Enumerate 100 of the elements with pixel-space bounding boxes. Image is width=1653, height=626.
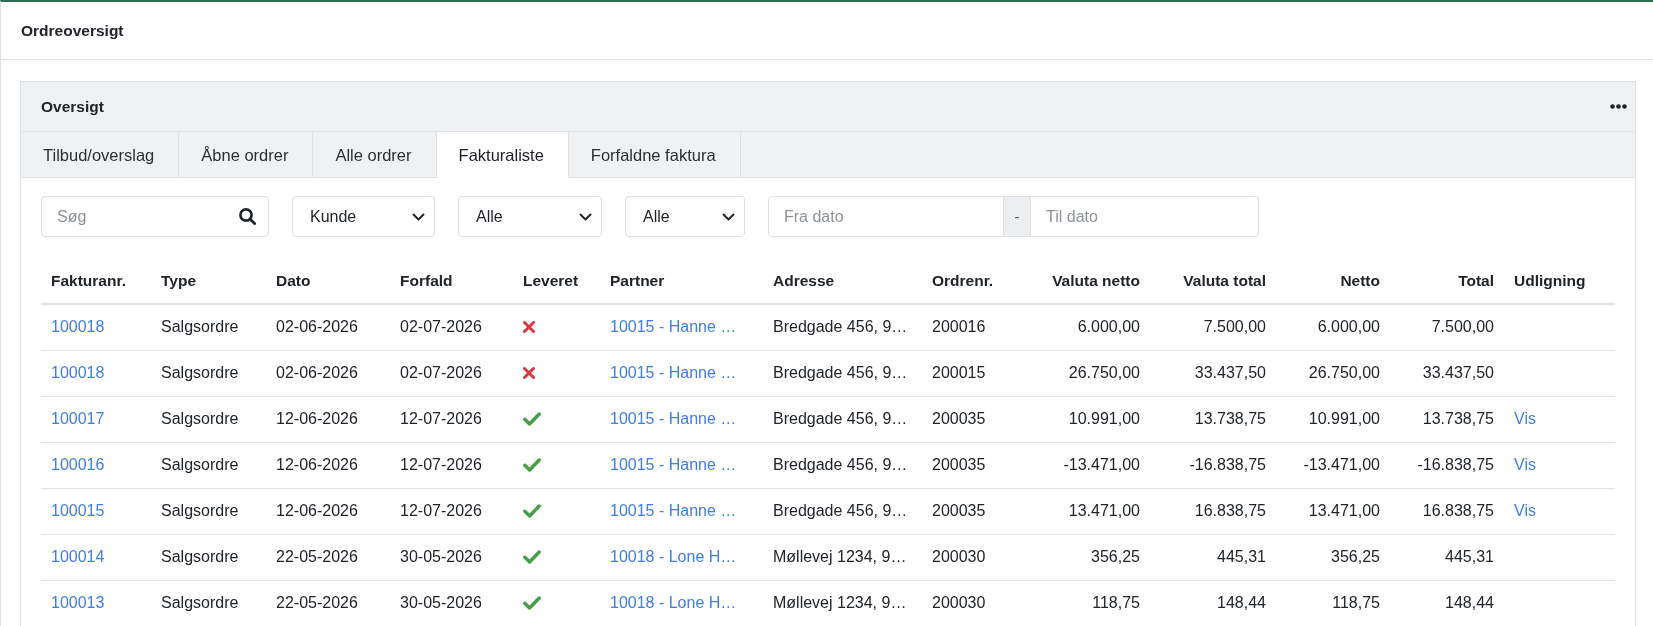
table-cell: 118,75 <box>1020 580 1150 626</box>
table-link[interactable]: 10015 - Hanne … <box>610 364 737 381</box>
table-cell: 10.991,00 <box>1276 396 1390 442</box>
table-cell: 200016 <box>922 304 1020 350</box>
table-link[interactable]: 100013 <box>51 594 105 611</box>
tab[interactable]: Forfaldne faktura <box>568 132 741 178</box>
range-separator: - <box>1004 196 1030 237</box>
table-link[interactable]: 10018 - Lone H… <box>610 548 737 565</box>
table-cell: 200015 <box>922 350 1020 396</box>
card-title: Oversigt <box>41 97 104 116</box>
more-icon[interactable] <box>1610 104 1627 109</box>
table-link[interactable]: Vis <box>1514 456 1536 473</box>
column-header: Udligning <box>1504 258 1615 304</box>
date-field[interactable]: Fra dato <box>768 196 1004 237</box>
dropdown[interactable]: Kunde <box>292 196 435 237</box>
table-cell: 30-05-2026 <box>390 580 513 626</box>
table-cell: 22-05-2026 <box>266 580 390 626</box>
tab[interactable]: Fakturaliste <box>436 132 569 178</box>
table-cell: 13.471,00 <box>1020 488 1150 534</box>
table-cell: 33.437,50 <box>1390 350 1504 396</box>
table-cell: Salgsordre <box>151 350 266 396</box>
column-header: Valuta total <box>1150 258 1276 304</box>
table-cell: Bredgade 456, 9… <box>763 304 922 350</box>
table-cell: Bredgade 456, 9… <box>763 442 922 488</box>
table-cell: Bredgade 456, 9… <box>763 350 922 396</box>
table-cell: Bredgade 456, 9… <box>763 396 922 442</box>
table-cell: 7.500,00 <box>1390 304 1504 350</box>
table-link[interactable]: 100016 <box>51 456 105 473</box>
table-link[interactable]: Vis <box>1514 502 1536 519</box>
table-cell: 13.471,00 <box>1276 488 1390 534</box>
table-cell: 12-07-2026 <box>390 396 513 442</box>
table-cell: 6.000,00 <box>1276 304 1390 350</box>
table-link[interactable]: 100018 <box>51 364 105 381</box>
table-cell: 7.500,00 <box>1150 304 1276 350</box>
table-cell: Salgsordre <box>151 580 266 626</box>
table-cell: Salgsordre <box>151 488 266 534</box>
column-header: Leveret <box>513 258 600 304</box>
table-cell: -13.471,00 <box>1020 442 1150 488</box>
table-link[interactable]: 100015 <box>51 502 105 519</box>
table-link[interactable]: Vis <box>1514 410 1536 427</box>
dropdown[interactable]: Alle <box>625 196 745 237</box>
table-cell: 200030 <box>922 580 1020 626</box>
table-cell: 22-05-2026 <box>266 534 390 580</box>
dropdown[interactable]: Alle <box>458 196 602 237</box>
table-cell: -13.471,00 <box>1276 442 1390 488</box>
table-link[interactable]: 100017 <box>51 410 105 427</box>
table-cell: Salgsordre <box>151 304 266 350</box>
chevron-down-icon <box>412 212 425 221</box>
column-header: Adresse <box>763 258 922 304</box>
search-field[interactable]: Søg <box>41 196 269 237</box>
column-header: Total <box>1390 258 1504 304</box>
table-cell: Møllevej 1234, 9… <box>763 534 922 580</box>
table-link[interactable]: 10015 - Hanne … <box>610 456 737 473</box>
table-cell: -16.838,75 <box>1390 442 1504 488</box>
table-cell: Salgsordre <box>151 534 266 580</box>
tab[interactable]: Tilbud/overslag <box>21 132 180 178</box>
table-cell: 12-06-2026 <box>266 442 390 488</box>
table-link[interactable]: 10018 - Lone H… <box>610 594 737 611</box>
table-link[interactable]: 10015 - Hanne … <box>610 410 737 427</box>
table-cell: 12-07-2026 <box>390 442 513 488</box>
table-cell: 26.750,00 <box>1276 350 1390 396</box>
table-cell: 118,75 <box>1276 580 1390 626</box>
page-title: Ordreoversigt <box>21 21 124 40</box>
table-cell: Salgsordre <box>151 442 266 488</box>
table-cell: 30-05-2026 <box>390 534 513 580</box>
table-cell: 200035 <box>922 442 1020 488</box>
table-cell: 445,31 <box>1150 534 1276 580</box>
table-cell: 12-07-2026 <box>390 488 513 534</box>
table-cell: 148,44 <box>1390 580 1504 626</box>
table-cell: 148,44 <box>1150 580 1276 626</box>
table-cell: 200035 <box>922 488 1020 534</box>
table-cell: Bredgade 456, 9… <box>763 488 922 534</box>
column-header: Valuta netto <box>1020 258 1150 304</box>
date-field[interactable]: Til dato <box>1030 196 1259 237</box>
column-header: Type <box>151 258 266 304</box>
table-cell: 26.750,00 <box>1020 350 1150 396</box>
chevron-down-icon <box>579 212 592 221</box>
table-link[interactable]: 10015 - Hanne … <box>610 502 737 519</box>
table-cell: 12-06-2026 <box>266 488 390 534</box>
table-cell: 16.838,75 <box>1150 488 1276 534</box>
column-header: Fakturanr. <box>41 258 151 304</box>
table-cell: 02-07-2026 <box>390 304 513 350</box>
table-cell: 16.838,75 <box>1390 488 1504 534</box>
table-cell: 445,31 <box>1390 534 1504 580</box>
column-header: Dato <box>266 258 390 304</box>
table-cell: 356,25 <box>1276 534 1390 580</box>
table-link[interactable]: 100018 <box>51 318 105 336</box>
table-cell: 10.991,00 <box>1020 396 1150 442</box>
tab[interactable]: Åbne ordrer <box>179 132 314 178</box>
table-link[interactable]: 10015 - Hanne … <box>610 318 737 336</box>
search-icon[interactable] <box>239 208 256 225</box>
table-link[interactable]: 100014 <box>51 548 105 565</box>
table-cell: 356,25 <box>1020 534 1150 580</box>
chevron-down-icon <box>722 212 735 221</box>
tab[interactable]: Alle ordrer <box>313 132 437 178</box>
column-header: Netto <box>1276 258 1390 304</box>
column-header: Partner <box>600 258 763 304</box>
column-header: Forfald <box>390 258 513 304</box>
table-cell: 200030 <box>922 534 1020 580</box>
table-cell: Møllevej 1234, 9… <box>763 580 922 626</box>
